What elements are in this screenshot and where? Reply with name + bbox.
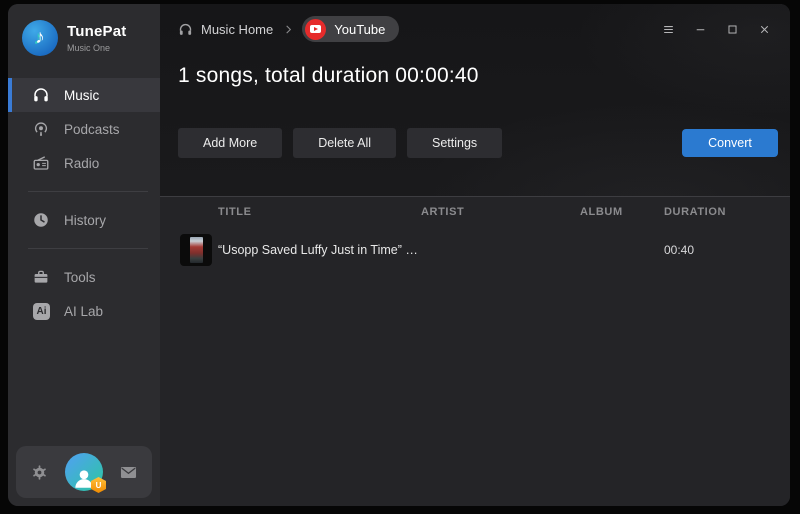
delete-all-button[interactable]: Delete All: [293, 128, 397, 158]
sidebar-item-label: Music: [64, 87, 100, 103]
breadcrumb-music-home[interactable]: Music Home: [201, 22, 273, 37]
table-row[interactable]: “Usopp Saved Luffy Just in Time” 😳🔥 ... …: [178, 229, 778, 271]
ai-icon: Ai: [33, 302, 50, 320]
playlist-summary: 1 songs, total duration 00:00:40: [178, 64, 479, 87]
chevron-right-icon: [283, 24, 294, 35]
app-edition: Music One: [67, 43, 111, 53]
app-window: ♪ TunePat Music One Music Podcasts Radio…: [8, 4, 790, 506]
settings-gear-icon[interactable]: [30, 463, 49, 482]
sidebar-item-history[interactable]: History: [8, 203, 160, 237]
table-header: TITLE ARTIST ALBUM DURATION: [178, 197, 778, 227]
sidebar-divider: [28, 248, 148, 249]
sidebar-nav: Music Podcasts Radio History Tools Ai AI…: [8, 78, 160, 328]
radio-icon: [33, 156, 49, 170]
song-thumbnail: [180, 234, 212, 266]
sidebar-item-music[interactable]: Music: [8, 78, 160, 112]
column-title: TITLE: [218, 206, 252, 218]
youtube-icon: [305, 18, 327, 40]
headphones-icon: [34, 88, 48, 102]
sidebar-item-label: History: [64, 212, 107, 228]
toolbox-icon: [34, 270, 48, 283]
sidebar-item-tools[interactable]: Tools: [8, 260, 160, 294]
source-pill-youtube[interactable]: YouTube: [302, 16, 400, 42]
sidebar-item-label: AI Lab: [64, 303, 104, 319]
sidebar-footer: U: [16, 446, 152, 498]
titlebar: Music Home YouTube: [160, 4, 790, 42]
sidebar-item-podcasts[interactable]: Podcasts: [8, 112, 160, 146]
column-artist: ARTIST: [421, 206, 465, 218]
sidebar: ♪ TunePat Music One Music Podcasts Radio…: [8, 4, 160, 506]
sidebar-item-label: Tools: [64, 269, 96, 285]
clock-icon: [34, 213, 48, 227]
close-icon[interactable]: [752, 17, 776, 41]
sidebar-divider: [28, 191, 148, 192]
song-title: “Usopp Saved Luffy Just in Time” 😳🔥 ...: [218, 242, 421, 257]
sidebar-item-ai-lab[interactable]: Ai AI Lab: [8, 294, 160, 328]
menu-icon[interactable]: [656, 17, 680, 41]
header-section: Music Home YouTube 1 songs, total durati…: [160, 4, 790, 196]
user-account-button[interactable]: U: [65, 453, 106, 493]
sidebar-item-label: Podcasts: [64, 121, 120, 137]
main-panel: Music Home YouTube 1 songs, total durati…: [160, 4, 790, 506]
toolbar: Add More Delete All Settings Convert: [178, 128, 778, 158]
source-label: YouTube: [334, 21, 386, 37]
headphones-icon: [178, 22, 193, 37]
settings-button[interactable]: Settings: [407, 128, 503, 158]
window-controls: [656, 17, 776, 41]
song-list: TITLE ARTIST ALBUM DURATION “Usopp Saved…: [160, 196, 790, 506]
podcast-icon: [34, 122, 48, 136]
column-album: ALBUM: [580, 206, 623, 218]
tunepat-logo-icon: ♪: [22, 20, 58, 56]
maximize-icon[interactable]: [720, 17, 744, 41]
messages-mail-icon[interactable]: [119, 463, 138, 482]
add-more-button[interactable]: Add More: [178, 128, 283, 158]
app-name: TunePat: [67, 23, 127, 40]
song-duration: 00:40: [664, 243, 695, 257]
convert-button[interactable]: Convert: [682, 129, 778, 157]
sidebar-item-radio[interactable]: Radio: [8, 146, 160, 180]
minimize-icon[interactable]: [688, 17, 712, 41]
sidebar-item-label: Radio: [64, 155, 100, 171]
column-duration: DURATION: [664, 206, 727, 218]
app-logo: ♪ TunePat Music One: [8, 4, 160, 64]
